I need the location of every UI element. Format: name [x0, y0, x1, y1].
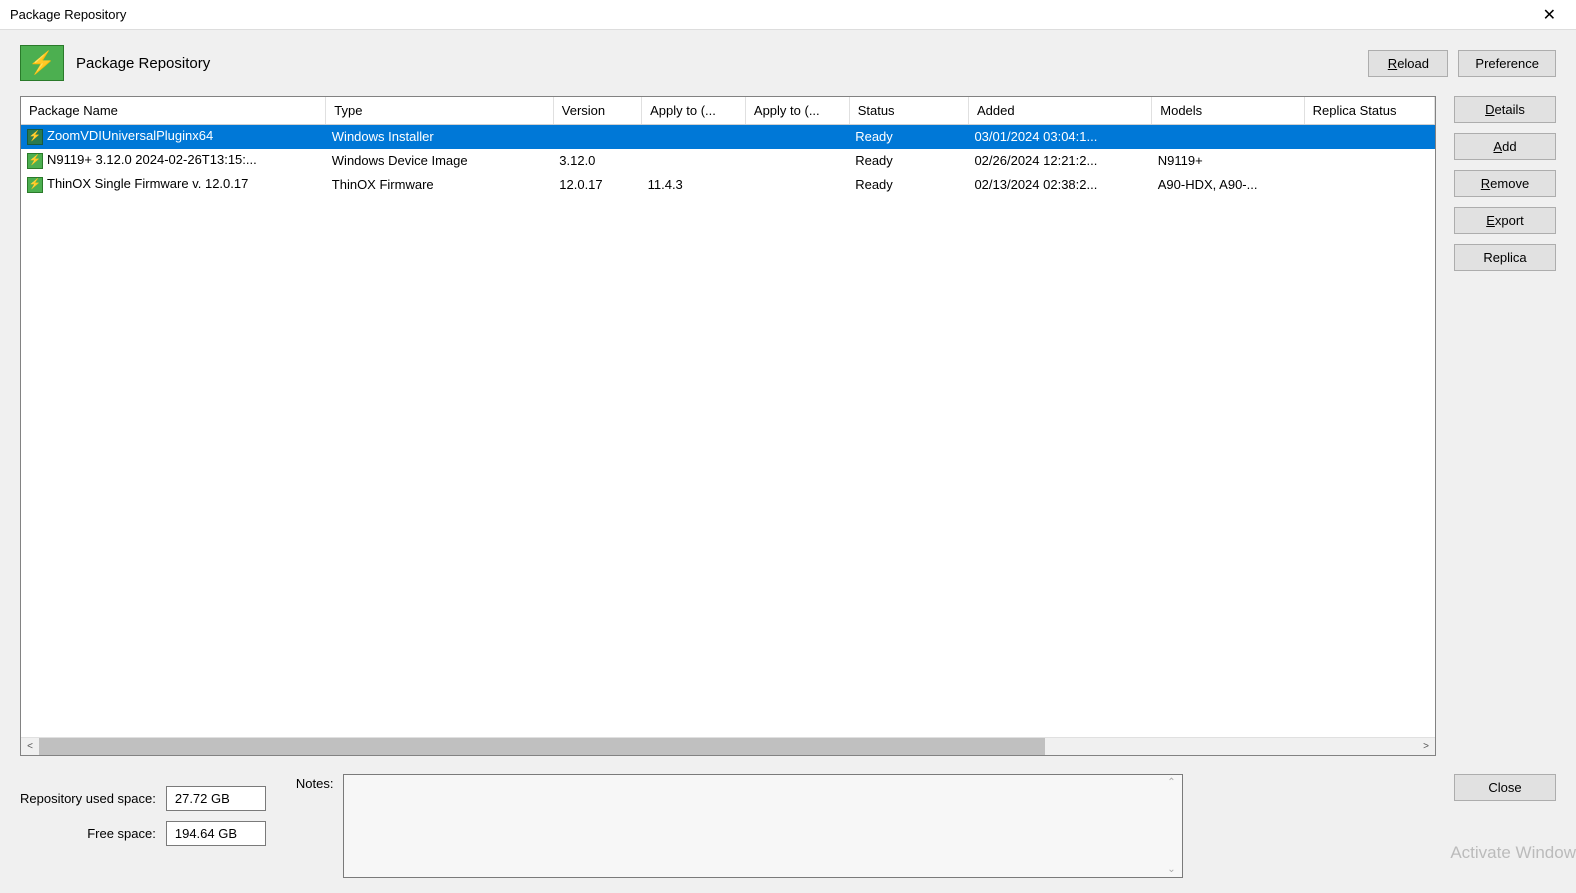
notes-scrollbar[interactable]: ⌃ ⌄ [1162, 777, 1180, 875]
used-space-value: 27.72 GB [166, 786, 266, 811]
bolt-icon: ⚡ [27, 177, 43, 193]
cell-status: Ready [849, 125, 968, 149]
header-row: Package Name Type Version Apply to (... … [21, 97, 1435, 125]
scroll-thumb[interactable] [39, 738, 1045, 755]
close-button[interactable]: Close [1454, 774, 1556, 801]
col-status[interactable]: Status [849, 97, 968, 125]
table-row[interactable]: ⚡ N9119+ 3.12.0 2024-02-26T13:15:... Windo… [21, 149, 1435, 173]
col-replica[interactable]: Replica Status [1304, 97, 1434, 125]
cell-name-text: ZoomVDIUniversalPluginx64 [47, 128, 213, 143]
cell-name-text: ThinOX Single Firmware v. 12.0.17 [47, 176, 248, 191]
col-added[interactable]: Added [968, 97, 1151, 125]
remove-button[interactable]: Remove [1454, 170, 1556, 197]
page-title: Package Repository [76, 55, 210, 72]
side-buttons: Details Add Remove Export Replica [1454, 96, 1556, 756]
cell-name-text: N9119+ 3.12.0 2024-02-26T13:15:... [47, 152, 257, 167]
notes-area: Notes: ⌃ ⌄ [296, 774, 1424, 878]
notes-textarea[interactable]: ⌃ ⌄ [343, 774, 1183, 878]
scroll-track[interactable] [39, 738, 1417, 755]
preference-button[interactable]: Preference [1458, 50, 1556, 77]
scroll-left-icon[interactable]: < [21, 738, 39, 756]
reload-button[interactable]: Reload [1368, 50, 1448, 77]
bolt-icon: ⚡ [27, 129, 43, 145]
cell-apply2 [745, 125, 849, 149]
close-icon[interactable]: ✕ [1533, 1, 1566, 29]
bolt-icon: ⚡ [27, 153, 43, 169]
free-space-value: 194.64 GB [166, 821, 266, 846]
cell-name: ⚡ ZoomVDIUniversalPluginx64 [21, 125, 326, 149]
cell-apply2 [745, 173, 849, 197]
cell-version: 3.12.0 [553, 149, 641, 173]
cell-models [1152, 125, 1304, 149]
cell-apply2 [745, 149, 849, 173]
cell-type: Windows Device Image [326, 149, 553, 173]
used-space-label: Repository used space: [20, 791, 156, 806]
table-row[interactable]: ⚡ ThinOX Single Firmware v. 12.0.17 ThinOX… [21, 173, 1435, 197]
cell-added: 02/26/2024 12:21:2... [968, 149, 1151, 173]
scroll-right-icon[interactable]: > [1417, 738, 1435, 756]
cell-apply1 [642, 125, 746, 149]
cell-apply1 [642, 149, 746, 173]
col-version[interactable]: Version [553, 97, 641, 125]
cell-apply1: 11.4.3 [642, 173, 746, 197]
free-space-label: Free space: [20, 826, 156, 841]
package-table-container: Package Name Type Version Apply to (... … [20, 96, 1436, 756]
notes-label: Notes: [296, 774, 334, 791]
cell-replica [1304, 149, 1434, 173]
bolt-icon: ⚡ [20, 45, 64, 81]
replica-button[interactable]: Replica [1454, 244, 1556, 271]
details-button[interactable]: Details [1454, 96, 1556, 123]
window-title: Package Repository [10, 7, 126, 22]
cell-status: Ready [849, 173, 968, 197]
cell-version: 12.0.17 [553, 173, 641, 197]
col-models[interactable]: Models [1152, 97, 1304, 125]
export-button[interactable]: Export [1454, 207, 1556, 234]
col-type[interactable]: Type [326, 97, 553, 125]
cell-replica [1304, 125, 1434, 149]
scroll-up-icon[interactable]: ⌃ [1162, 777, 1180, 788]
titlebar: Package Repository ✕ [0, 0, 1576, 30]
col-name[interactable]: Package Name [21, 97, 326, 125]
scroll-down-icon[interactable]: ⌄ [1162, 864, 1180, 875]
cell-status: Ready [849, 149, 968, 173]
horizontal-scrollbar[interactable]: < > [21, 737, 1435, 755]
cell-type: Windows Installer [326, 125, 553, 149]
cell-replica [1304, 173, 1434, 197]
header-buttons: Reload Preference [1368, 50, 1556, 77]
table-row[interactable]: ⚡ ZoomVDIUniversalPluginx64 Windows Instal… [21, 125, 1435, 149]
watermark: Activate Window [1450, 843, 1576, 863]
add-button[interactable]: Add [1454, 133, 1556, 160]
content-row: Package Name Type Version Apply to (... … [20, 96, 1556, 756]
cell-version [553, 125, 641, 149]
main-area: ⚡ Package Repository Reload Preference P [0, 30, 1576, 893]
col-apply2[interactable]: Apply to (... [745, 97, 849, 125]
cell-name: ⚡ N9119+ 3.12.0 2024-02-26T13:15:... [21, 149, 326, 173]
col-apply1[interactable]: Apply to (... [642, 97, 746, 125]
header-row: ⚡ Package Repository Reload Preference [20, 45, 1556, 81]
bottom-area: Repository used space: 27.72 GB Free spa… [20, 774, 1556, 878]
cell-type: ThinOX Firmware [326, 173, 553, 197]
cell-models: A90-HDX, A90-... [1152, 173, 1304, 197]
cell-name: ⚡ ThinOX Single Firmware v. 12.0.17 [21, 173, 326, 197]
table-wrapper[interactable]: Package Name Type Version Apply to (... … [21, 97, 1435, 737]
close-area: Close [1454, 774, 1556, 801]
package-table: Package Name Type Version Apply to (... … [21, 97, 1435, 197]
cell-added: 02/13/2024 02:38:2... [968, 173, 1151, 197]
space-info: Repository used space: 27.72 GB Free spa… [20, 774, 266, 846]
cell-models: N9119+ [1152, 149, 1304, 173]
cell-added: 03/01/2024 03:04:1... [968, 125, 1151, 149]
header-left: ⚡ Package Repository [20, 45, 210, 81]
